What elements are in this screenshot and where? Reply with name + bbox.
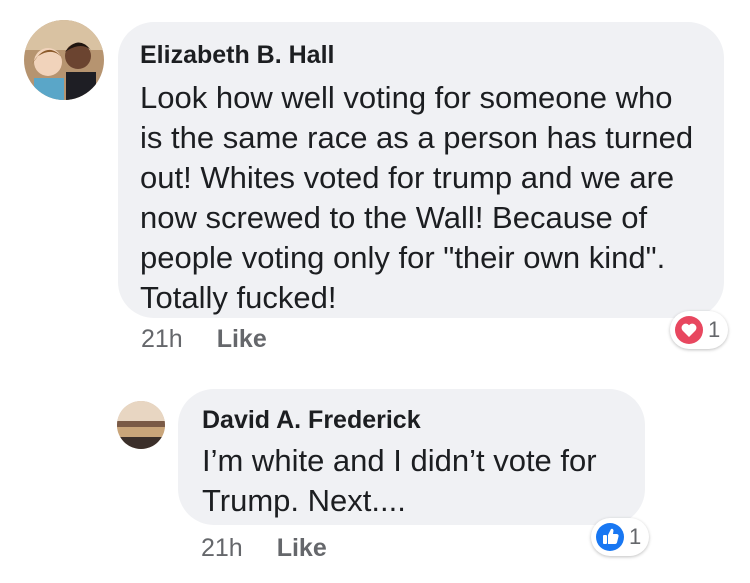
comment-text: Look how well voting for someone who is … xyxy=(140,80,694,315)
comment-author[interactable]: Elizabeth B. Hall xyxy=(140,40,702,70)
reaction-count: 1 xyxy=(708,317,721,342)
avatar[interactable] xyxy=(117,401,165,449)
comment-text: I’m white and I didn’t vote for Trump. N… xyxy=(202,443,597,518)
reaction-badge[interactable]: 1 xyxy=(670,311,729,349)
comment-bubble: David A. Frederick I’m white and I didn’… xyxy=(178,389,645,525)
reaction-badge[interactable]: 1 xyxy=(591,518,650,556)
avatar-photo xyxy=(24,20,104,100)
like-button[interactable]: Like xyxy=(217,325,267,354)
comment-timestamp[interactable]: 21h xyxy=(201,534,243,563)
like-button[interactable]: Like xyxy=(277,534,327,563)
avatar-photo xyxy=(117,401,165,449)
comment-timestamp[interactable]: 21h xyxy=(141,325,183,354)
heart-icon xyxy=(675,316,703,344)
comment-bubble: Elizabeth B. Hall Look how well voting f… xyxy=(118,22,724,318)
comment-author[interactable]: David A. Frederick xyxy=(202,405,621,435)
avatar[interactable] xyxy=(24,20,104,100)
reaction-count: 1 xyxy=(629,524,642,549)
comment-meta: 21h Like xyxy=(201,534,327,563)
comment-meta: 21h Like xyxy=(141,325,267,354)
thumbs-up-icon xyxy=(596,523,624,551)
